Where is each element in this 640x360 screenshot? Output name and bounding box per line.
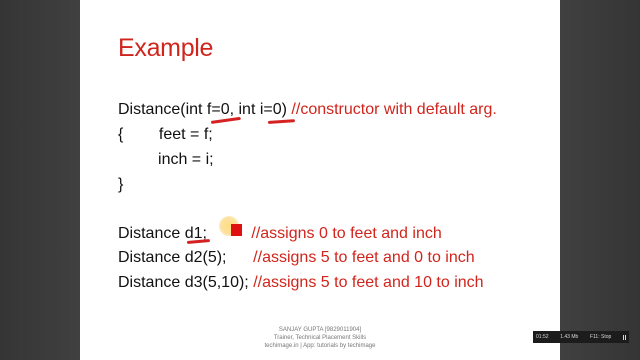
recorder-statusbar: 01:52 1.43 Mb F11: Stop [533,331,629,343]
footer-role: Trainer, Technical Placement Skills [273,335,367,341]
code-line-close-brace: } [118,175,123,195]
annotation-marker [231,224,242,236]
code-comment: //assigns 0 to feet and inch [251,225,442,242]
code-text: Distance(int f=0, int i=0) [118,101,292,118]
left-frame [0,0,80,360]
code-line-constructor: Distance(int f=0, int i=0) //constructor… [118,100,497,120]
footer-name: SANJAY GUPTA [9829011904] [278,327,362,333]
slide-footer: SANJAY GUPTA [9829011904] Trainer, Techn… [80,326,560,350]
code-comment: //constructor with default arg. [291,101,497,118]
code-line-d2: Distance d2(5); //assigns 5 to feet and … [118,248,475,268]
recorder-stop-hint[interactable]: F11: Stop [590,334,611,340]
code-line-feet: { feet = f; [118,125,213,145]
slide-title: Example [118,34,214,62]
pause-icon[interactable] [622,334,626,340]
code-text: Distance d2(5); [118,249,254,266]
slide: Example Distance(int f=0, int i=0) //con… [80,0,560,360]
code-text: inch = i; [118,151,214,168]
code-comment: //assigns 5 to feet and 0 to inch [253,249,475,266]
code-line-inch: inch = i; [118,150,214,170]
code-text: } [118,176,124,193]
code-comment: //assigns 5 to feet and 10 to inch [253,274,484,291]
code-text: { feet = f; [118,126,213,143]
recorder-time: 01:52 [536,334,549,340]
code-line-d1: Distance d1; //assigns 0 to feet and inc… [118,224,442,244]
code-line-d3: Distance d3(5,10); //assigns 5 to feet a… [118,273,484,293]
recorder-size: 1.43 Mb [560,334,579,340]
footer-site: techimage.in | App: tutorials by techima… [264,343,376,349]
code-text: Distance d3(5,10); [118,274,254,291]
right-frame [560,0,640,360]
annotation-underline-i [267,119,296,124]
